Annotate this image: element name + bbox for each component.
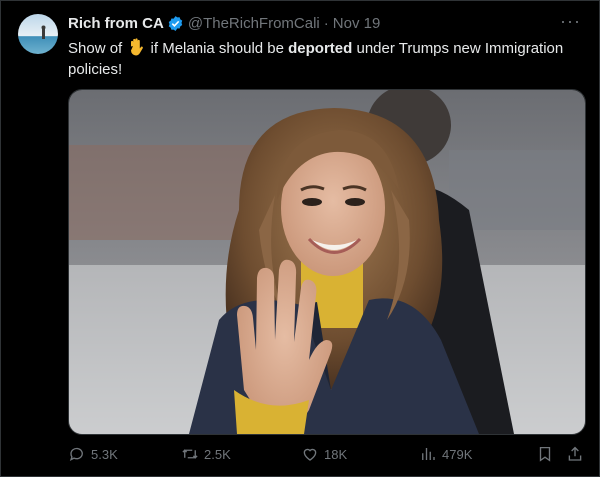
share-button[interactable] (566, 445, 584, 463)
like-button[interactable]: 18K (301, 445, 347, 463)
views-count: 479K (442, 446, 473, 462)
text-bold: deported (288, 40, 353, 57)
text-middle: if Melania should be (150, 40, 284, 57)
avatar[interactable] (18, 14, 58, 54)
verified-badge-icon (168, 16, 183, 31)
text-prefix: Show of (68, 40, 123, 57)
more-icon[interactable]: ··· (560, 11, 581, 32)
like-count: 18K (324, 446, 348, 462)
bookmark-button[interactable] (536, 445, 554, 463)
action-bar: 5.3K 2.5K 18K 479K (68, 445, 588, 467)
reply-button[interactable]: 5.3K (68, 445, 118, 463)
views-icon (422, 448, 435, 460)
views-button[interactable]: 479K (419, 445, 472, 463)
retweet-button[interactable]: 2.5K (181, 445, 231, 463)
author-handle[interactable]: @TheRichFromCali (188, 15, 320, 32)
heart-icon (303, 448, 317, 461)
reply-count: 5.3K (91, 446, 118, 462)
retweet-count: 2.5K (204, 446, 231, 462)
author-name[interactable]: Rich from CA (68, 15, 164, 32)
share-icon (568, 446, 582, 461)
retweet-icon (182, 449, 198, 459)
tweet-image[interactable] (68, 89, 586, 435)
reply-icon (69, 447, 83, 461)
tweet-date[interactable]: Nov 19 (333, 15, 381, 32)
tweet-text: Show of if Melania should be deported un… (68, 38, 588, 80)
raised-hand-emoji (131, 38, 144, 56)
bookmark-icon (539, 446, 551, 462)
separator-dot: · (323, 15, 329, 32)
tweet-card[interactable]: Rich from CA @TheRichFromCali · Nov 19 ·… (0, 0, 600, 477)
